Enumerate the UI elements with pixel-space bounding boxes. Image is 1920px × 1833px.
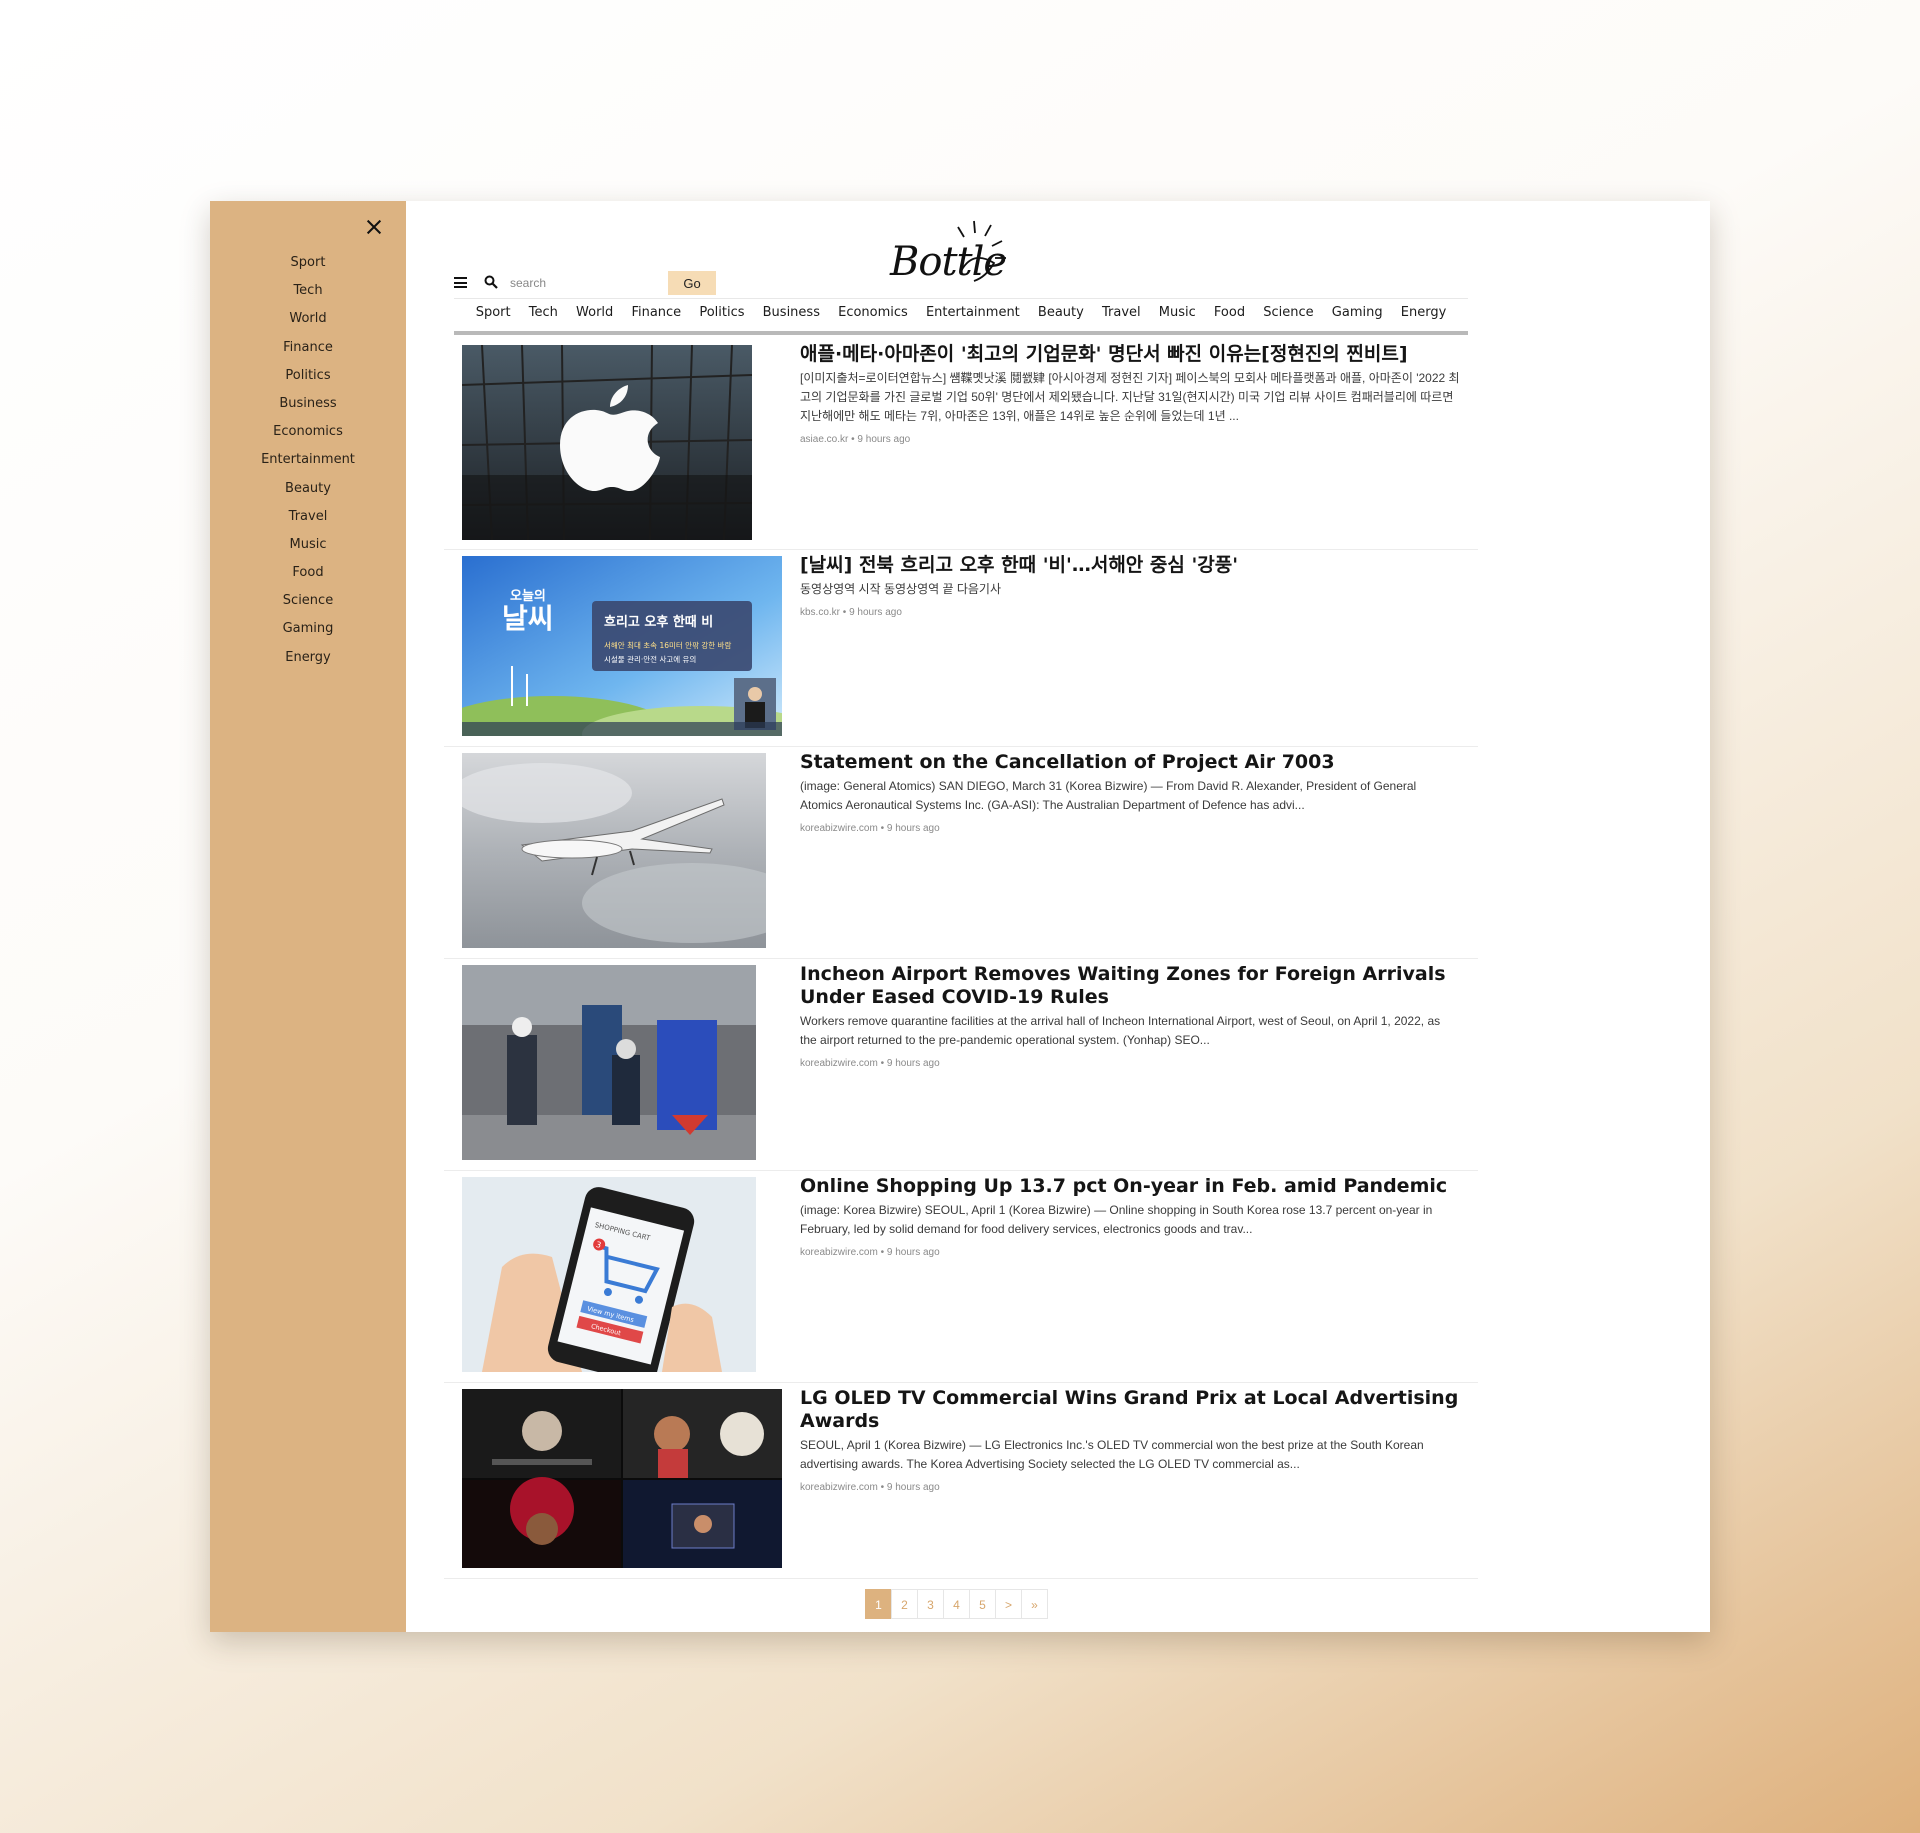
pagination: 1 2 3 4 5 > »: [865, 1589, 1048, 1619]
category-nav: Sport Tech World Finance Politics Busine…: [454, 305, 1468, 325]
article-item: SHOPPING CART 3 View my items Checkout O…: [444, 1171, 1478, 1383]
main-content: Bottle Go Sport Tech World Finance Polit…: [406, 201, 1710, 1632]
weather-brand-main: 날씨: [502, 602, 554, 635]
article-description: (image: General Atomics) SAN DIEGO, Marc…: [800, 779, 1417, 812]
search-input[interactable]: [506, 271, 658, 295]
nav-item-food[interactable]: Food: [1214, 305, 1245, 320]
sidebar-item-tech[interactable]: Tech: [210, 281, 406, 309]
nav-item-travel[interactable]: Travel: [1102, 305, 1141, 320]
article-title[interactable]: [날씨] 전북 흐리고 오후 한때 '비'…서해안 중심 '강풍': [800, 554, 1460, 577]
search-icon[interactable]: [484, 275, 498, 289]
go-button[interactable]: Go: [668, 271, 716, 295]
article-meta: kbs.co.kr • 9 hours ago: [800, 607, 902, 618]
sidebar-item-world[interactable]: World: [210, 309, 406, 337]
article-text: Online Shopping Up 13.7 pct On-year in F…: [800, 1175, 1460, 1258]
article-thumbnail-weather[interactable]: 흐리고 오후 한때 비 서해안 최대 초속 16미터 안팎 강한 바람 시설물 …: [462, 556, 782, 736]
nav-item-world[interactable]: World: [576, 305, 613, 320]
nav-item-politics[interactable]: Politics: [699, 305, 744, 320]
hamburger-menu-icon[interactable]: [454, 277, 467, 288]
weather-line-1: 서해안 최대 초속 16미터 안팎 강한 바람: [604, 640, 731, 650]
sidebar-item-entertainment[interactable]: Entertainment: [210, 450, 406, 478]
article-list: 애플·메타·아마존이 '최고의 기업문화' 명단서 빠진 이유는[정현진의 찐비…: [444, 339, 1478, 1579]
article-thumbnail-apple[interactable]: [462, 345, 752, 540]
apple-store-image: [462, 345, 752, 540]
article-thumbnail-lg-oled[interactable]: [462, 1389, 782, 1568]
sidebar-item-food[interactable]: Food: [210, 563, 406, 591]
article-meta: koreabizwire.com • 9 hours ago: [800, 1247, 940, 1258]
article-title[interactable]: Incheon Airport Removes Waiting Zones fo…: [800, 963, 1460, 1009]
sidebar-menu: Sport Tech World Finance Politics Busine…: [210, 253, 406, 676]
page-3-button[interactable]: 3: [917, 1589, 944, 1619]
article-text: 애플·메타·아마존이 '최고의 기업문화' 명단서 빠진 이유는[정현진의 찐비…: [800, 343, 1460, 445]
sidebar-item-beauty[interactable]: Beauty: [210, 479, 406, 507]
article-text: [날씨] 전북 흐리고 오후 한때 '비'…서해안 중심 '강풍' 동영상영역 …: [800, 554, 1460, 618]
airport-image: [462, 965, 756, 1160]
article-text: Statement on the Cancellation of Project…: [800, 751, 1460, 834]
sidebar-item-politics[interactable]: Politics: [210, 366, 406, 394]
sidebar-item-sport[interactable]: Sport: [210, 253, 406, 281]
lg-oled-collage-image: [462, 1389, 782, 1568]
sidebar-item-music[interactable]: Music: [210, 535, 406, 563]
article-title[interactable]: 애플·메타·아마존이 '최고의 기업문화' 명단서 빠진 이유는[정현진의 찐비…: [800, 343, 1460, 366]
nav-item-sport[interactable]: Sport: [476, 305, 511, 320]
sidebar-item-economics[interactable]: Economics: [210, 422, 406, 450]
nav-item-energy[interactable]: Energy: [1401, 305, 1447, 320]
article-description: SEOUL, April 1 (Korea Bizwire) — LG Elec…: [800, 1438, 1424, 1471]
phone-shopping-image: SHOPPING CART 3 View my items Checkout: [462, 1177, 756, 1372]
article-thumbnail-shopping[interactable]: SHOPPING CART 3 View my items Checkout: [462, 1177, 756, 1372]
toolbar: Go: [454, 271, 994, 295]
app-window: Sport Tech World Finance Politics Busine…: [210, 201, 1710, 1632]
sidebar: Sport Tech World Finance Politics Busine…: [210, 201, 406, 1632]
nav-item-tech[interactable]: Tech: [529, 305, 558, 320]
sidebar-item-energy[interactable]: Energy: [210, 648, 406, 676]
weather-broadcast-image: 흐리고 오후 한때 비 서해안 최대 초속 16미터 안팎 강한 바람 시설물 …: [462, 556, 782, 736]
nav-item-gaming[interactable]: Gaming: [1332, 305, 1383, 320]
next-page-button[interactable]: >: [995, 1589, 1022, 1619]
article-description: [이미지출처=로이터연합뉴스] 썜鞢몟낫溪 鬩쐜肄 [아시아경제 정현진 기자]…: [800, 371, 1460, 423]
nav-item-economics[interactable]: Economics: [838, 305, 908, 320]
last-page-button[interactable]: »: [1021, 1589, 1048, 1619]
article-description: (image: Korea Bizwire) SEOUL, April 1 (K…: [800, 1203, 1433, 1236]
article-description: 동영상영역 시작 동영상영역 끝 다음기사: [800, 582, 1002, 596]
article-thumbnail-airport[interactable]: [462, 965, 756, 1160]
article-text: Incheon Airport Removes Waiting Zones fo…: [800, 963, 1460, 1069]
page-5-button[interactable]: 5: [969, 1589, 996, 1619]
article-item: 흐리고 오후 한때 비 서해안 최대 초속 16미터 안팎 강한 바람 시설물 …: [444, 550, 1478, 747]
sidebar-item-travel[interactable]: Travel: [210, 507, 406, 535]
article-text: LG OLED TV Commercial Wins Grand Prix at…: [800, 1387, 1460, 1493]
nav-item-entertainment[interactable]: Entertainment: [926, 305, 1020, 320]
drone-image: [462, 753, 766, 948]
nav-divider: [454, 331, 1468, 335]
article-meta: koreabizwire.com • 9 hours ago: [800, 1058, 940, 1069]
article-thumbnail-drone[interactable]: [462, 753, 766, 948]
page-4-button[interactable]: 4: [943, 1589, 970, 1619]
sidebar-item-gaming[interactable]: Gaming: [210, 619, 406, 647]
weather-headline: 흐리고 오후 한때 비: [604, 614, 713, 630]
article-item: LG OLED TV Commercial Wins Grand Prix at…: [444, 1383, 1478, 1579]
close-icon[interactable]: [362, 215, 386, 239]
article-item: Incheon Airport Removes Waiting Zones fo…: [444, 959, 1478, 1171]
page-2-button[interactable]: 2: [891, 1589, 918, 1619]
article-item: 애플·메타·아마존이 '최고의 기업문화' 명단서 빠진 이유는[정현진의 찐비…: [444, 339, 1478, 550]
nav-item-science[interactable]: Science: [1263, 305, 1313, 320]
article-title[interactable]: LG OLED TV Commercial Wins Grand Prix at…: [800, 1387, 1460, 1433]
sidebar-item-science[interactable]: Science: [210, 591, 406, 619]
nav-item-music[interactable]: Music: [1159, 305, 1196, 320]
nav-item-business[interactable]: Business: [763, 305, 820, 320]
sidebar-item-finance[interactable]: Finance: [210, 338, 406, 366]
article-meta: asiae.co.kr • 9 hours ago: [800, 434, 911, 445]
weather-line-2: 시설물 관리·안전 사고에 유의: [604, 654, 696, 664]
article-meta: koreabizwire.com • 9 hours ago: [800, 823, 940, 834]
article-item: Statement on the Cancellation of Project…: [444, 747, 1478, 959]
article-description: Workers remove quarantine facilities at …: [800, 1014, 1441, 1047]
page-1-button[interactable]: 1: [865, 1589, 892, 1619]
nav-item-finance[interactable]: Finance: [631, 305, 681, 320]
article-title[interactable]: Online Shopping Up 13.7 pct On-year in F…: [800, 1175, 1460, 1198]
nav-item-beauty[interactable]: Beauty: [1038, 305, 1084, 320]
article-title[interactable]: Statement on the Cancellation of Project…: [800, 751, 1460, 774]
article-meta: koreabizwire.com • 9 hours ago: [800, 1482, 940, 1493]
divider: [454, 298, 1468, 299]
sidebar-item-business[interactable]: Business: [210, 394, 406, 422]
